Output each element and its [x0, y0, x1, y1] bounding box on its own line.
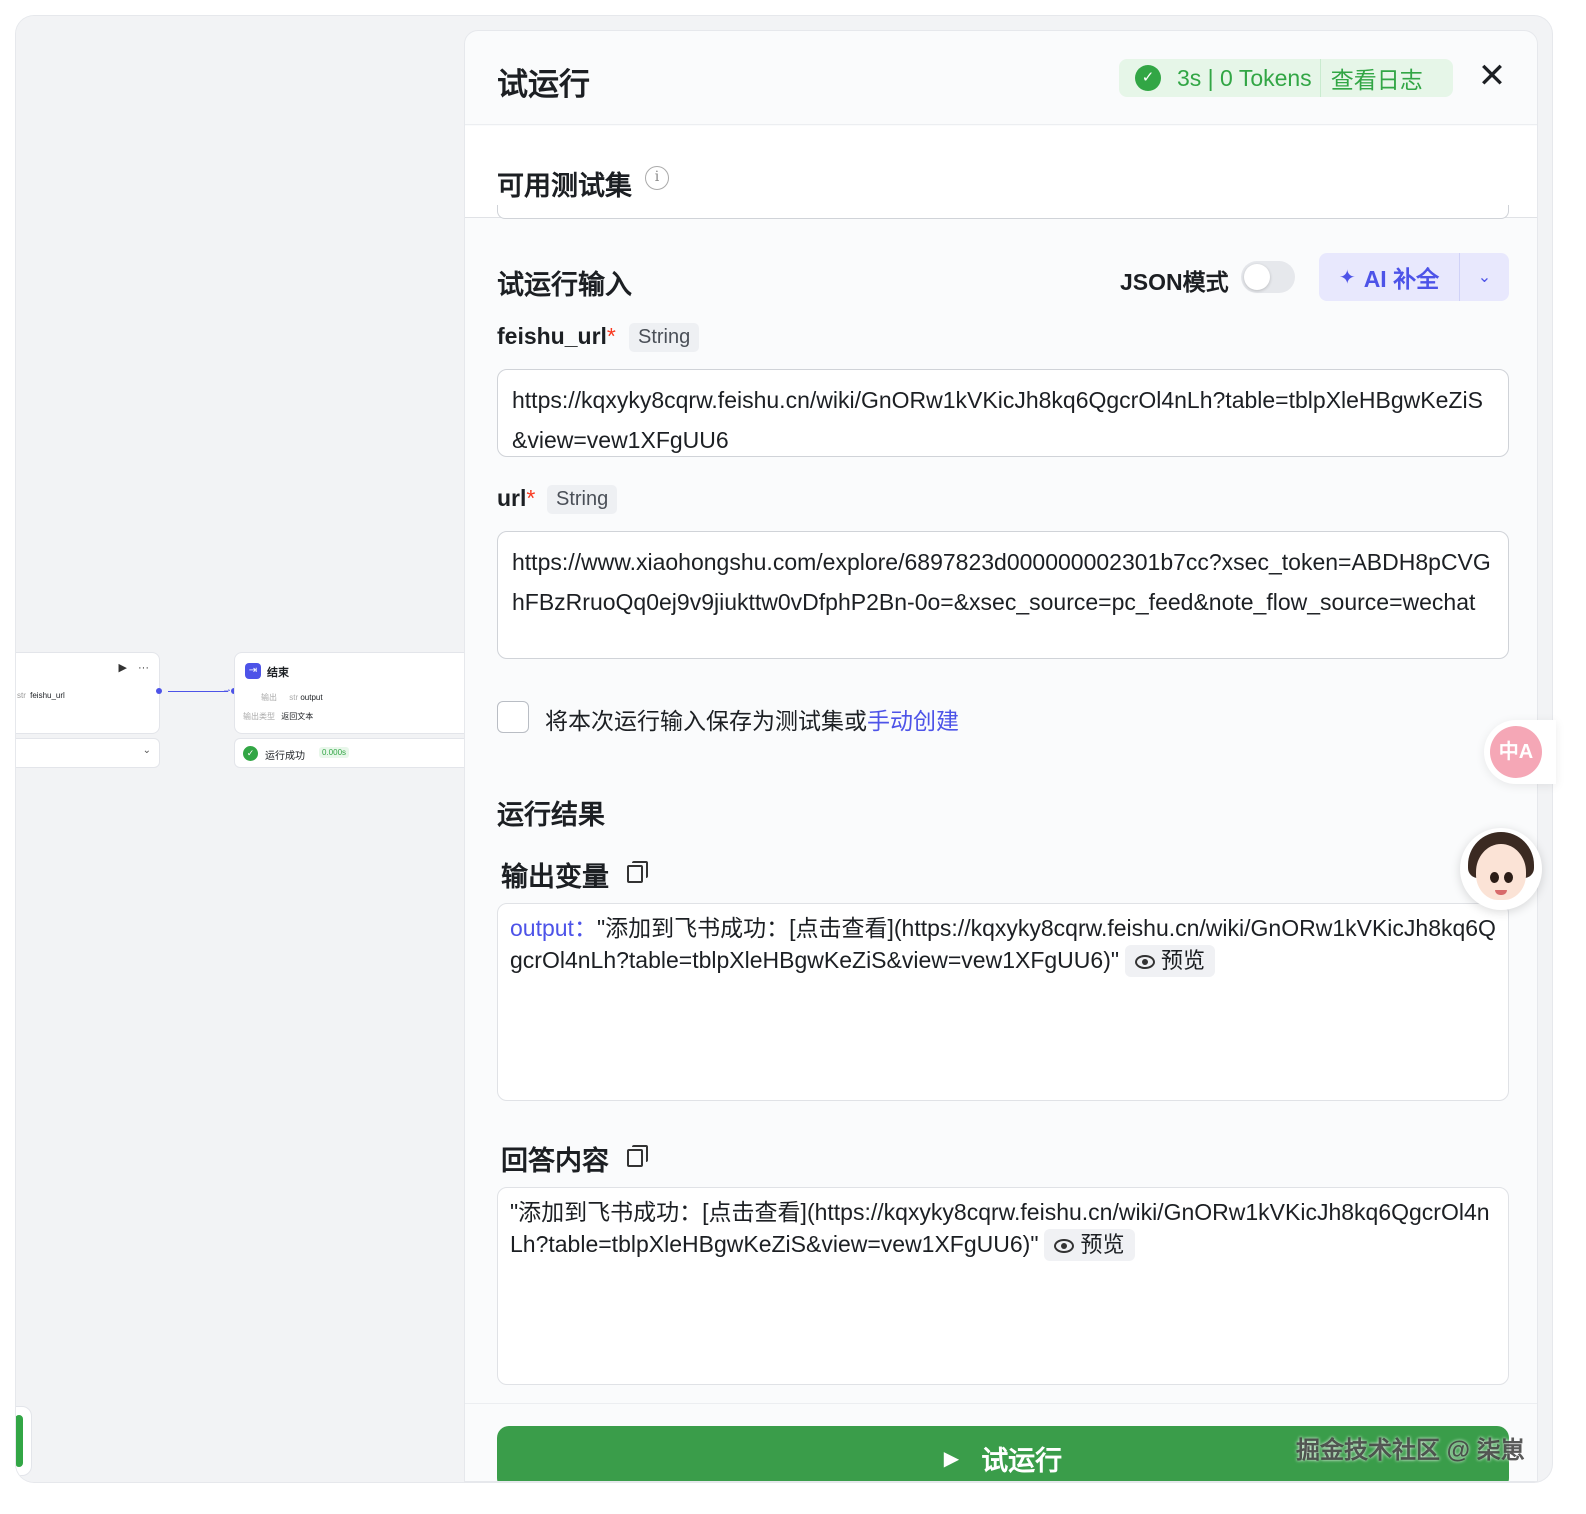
chevron-down-icon: ⌄	[142, 745, 151, 756]
test-run-panel: 试运行 ✓ 3s | 0 Tokens 查看日志 ✕ 可用测试集 i 试运行输入…	[464, 30, 1538, 1482]
translate-icon: 中A	[1490, 726, 1542, 778]
play-icon: ▶	[943, 1447, 960, 1470]
eye-icon	[1054, 1239, 1075, 1253]
type-label: 输出类型	[243, 712, 275, 721]
output-value: "添加到飞书成功：[点击查看](https://kqxyky8cqrw.feis…	[510, 915, 1496, 973]
save-testset-label: 将本次运行输入保存为测试集或	[545, 708, 867, 734]
answer-box: "添加到飞书成功：[点击查看](https://kqxyky8cqrw.feis…	[497, 1187, 1509, 1385]
ai-complete-label: AI 补全	[1363, 266, 1440, 292]
end-node-title: 结束	[267, 667, 289, 679]
field-label-feishu-url: feishu_url*	[497, 323, 616, 350]
translate-widget[interactable]: 中A	[1484, 720, 1556, 784]
save-testset-checkbox[interactable]	[497, 701, 529, 733]
toggle-knob	[1244, 264, 1270, 290]
copy-icon[interactable]	[627, 861, 648, 883]
success-check-icon: ✓	[243, 746, 258, 761]
end-node-icon: ⇥	[245, 663, 261, 679]
connection-edge	[168, 691, 228, 692]
preview-button[interactable]: 预览	[1125, 945, 1216, 977]
param-name: feishu_url	[30, 691, 65, 700]
assistant-avatar[interactable]	[1460, 828, 1542, 910]
node-select[interactable]: ⌄	[16, 738, 160, 768]
end-node-output-row: 输出 str output	[261, 692, 323, 703]
feishu-url-input[interactable]: https://kqxyky8cqrw.feishu.cn/wiki/GnORw…	[497, 369, 1509, 457]
type-tag: String	[547, 485, 618, 514]
play-icon[interactable]: ▶	[118, 662, 126, 674]
copy-icon[interactable]	[627, 1145, 648, 1167]
output-port[interactable]	[156, 688, 162, 694]
field-name: url	[497, 485, 527, 511]
json-mode-toggle[interactable]	[1241, 261, 1295, 293]
panel-header: 试运行 ✓ 3s | 0 Tokens 查看日志 ✕	[465, 31, 1537, 125]
required-mark: *	[526, 485, 536, 511]
output-tag: str	[289, 693, 299, 702]
info-icon[interactable]: i	[645, 166, 669, 190]
testset-label: 可用测试集	[497, 171, 632, 201]
end-node[interactable]: ⇥ 结束 输出 str output 输出类型 返回文本	[234, 652, 474, 734]
side-handle[interactable]	[16, 1406, 32, 1476]
chevron-down-icon[interactable]: ⌄	[1460, 253, 1509, 301]
end-node-type-row: 输出类型 返回文本	[243, 711, 313, 722]
run-stats-text: 3s | 0 Tokens	[1177, 64, 1312, 91]
testset-select[interactable]	[497, 205, 1509, 219]
json-mode-label: JSON模式	[1120, 269, 1229, 295]
start-node[interactable]: ▶ ··· str feishu_url	[16, 652, 160, 734]
result-label: 运行结果	[497, 800, 605, 830]
preview-label: 预览	[1161, 948, 1206, 973]
success-check-icon: ✓	[1135, 65, 1161, 91]
workflow-canvas[interactable]: ▶ ··· str feishu_url ⌄ → ⇥ 结束 输出 str out…	[16, 16, 474, 1482]
sparkle-icon: ✦	[1338, 266, 1356, 289]
answer-value: "添加到飞书成功：[点击查看](https://kqxyky8cqrw.feis…	[510, 1199, 1490, 1257]
output-vars-label: 输出变量	[501, 862, 609, 892]
status-time-badge: 0.000s	[319, 747, 350, 758]
field-label-url: url*	[497, 485, 535, 512]
url-input[interactable]: https://www.xiaohongshu.com/explore/6897…	[497, 531, 1509, 659]
run-stats-badge: ✓ 3s | 0 Tokens 查看日志	[1119, 59, 1453, 97]
ai-complete-main[interactable]: ✦ AI 补全	[1319, 253, 1459, 301]
test-run-label: 试运行	[981, 1445, 1063, 1476]
required-mark: *	[606, 323, 616, 349]
avatar-eye	[1504, 872, 1513, 883]
app-frame: ▶ ··· str feishu_url ⌄ → ⇥ 结束 输出 str out…	[16, 16, 1552, 1482]
ai-complete-button[interactable]: ✦ AI 补全 ⌄	[1319, 253, 1509, 301]
panel-title: 试运行	[497, 67, 590, 102]
status-text: 运行成功	[265, 751, 305, 762]
output-value: output	[300, 693, 323, 702]
field-name: feishu_url	[497, 323, 607, 349]
eye-icon	[1135, 955, 1156, 969]
more-icon[interactable]: ···	[138, 662, 149, 674]
output-key: output：	[510, 915, 597, 941]
node-controls: ▶ ···	[118, 661, 149, 674]
watermark: 掘金技术社区 @ 柒崽	[1296, 1437, 1525, 1464]
type-value: 返回文本	[281, 712, 314, 721]
node-run-status[interactable]: ✓ 运行成功 0.000s	[234, 738, 474, 768]
node-param: str feishu_url	[17, 691, 65, 700]
preview-label: 预览	[1080, 1232, 1125, 1257]
close-icon[interactable]: ✕	[1477, 59, 1507, 95]
manual-create-link[interactable]: 手动创建	[867, 708, 959, 734]
divider	[1319, 59, 1321, 97]
preview-button[interactable]: 预览	[1044, 1229, 1135, 1261]
answer-label: 回答内容	[501, 1146, 609, 1176]
run-input-label: 试运行输入	[497, 270, 632, 300]
avatar-eye	[1490, 872, 1499, 883]
output-label: 输出	[261, 693, 277, 702]
type-tag: String	[629, 323, 700, 352]
save-testset-text: 将本次运行输入保存为测试集或手动创建	[545, 702, 959, 736]
output-vars-box: output："添加到飞书成功：[点击查看](https://kqxyky8cq…	[497, 903, 1509, 1101]
param-type-tag: str	[17, 691, 26, 700]
view-log-link[interactable]: 查看日志	[1331, 61, 1423, 95]
